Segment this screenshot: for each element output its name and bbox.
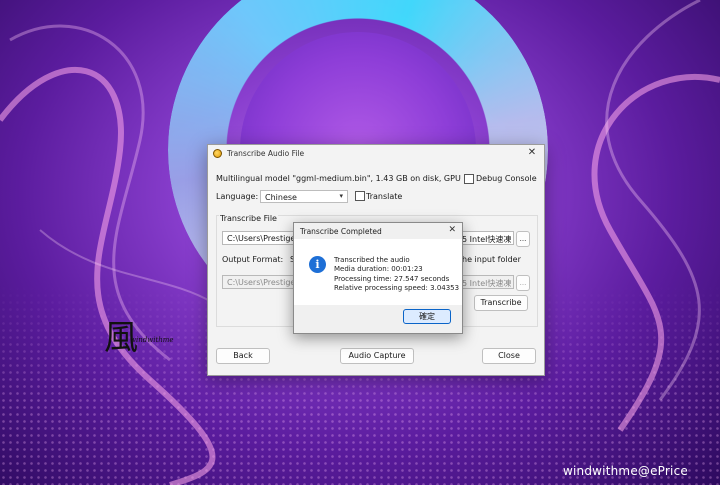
watermark-text: windwithme@ePrice <box>563 464 688 478</box>
place-in-input-folder-label[interactable]: he input folder <box>462 255 521 264</box>
dialog-title: Transcribe Completed <box>300 227 382 236</box>
transcribe-completed-dialog: Transcribe Completed ✕ i Transcribed the… <box>293 222 463 334</box>
app-icon <box>213 149 222 158</box>
output-format-label: Output Format: <box>222 255 284 264</box>
browse-output-button[interactable]: ... <box>516 275 530 291</box>
close-button[interactable]: Close <box>482 348 536 364</box>
message-line: Processing time: 27.547 seconds <box>334 274 450 283</box>
window-close-button[interactable]: ✕ <box>526 147 538 159</box>
message-line: Transcribed the audio <box>334 256 410 264</box>
debug-console-label: Debug Console <box>476 174 537 183</box>
window-title: Transcribe Audio File <box>227 149 305 158</box>
output-path-tail-text: 5 Intel快速凍 <box>462 279 512 288</box>
language-dropdown[interactable]: Chinese ▾ <box>260 190 348 203</box>
output-path-field: C:\Users\Prestige 16 <box>222 275 296 289</box>
input-file-path-field-tail[interactable]: 5 Intel快速凍 <box>462 231 514 245</box>
ok-button[interactable]: 確定 <box>403 309 451 324</box>
translate-checkbox[interactable] <box>355 191 365 201</box>
language-value: Chinese <box>265 193 297 202</box>
message-line: Relative processing speed: 3.04353 <box>334 283 460 292</box>
browse-input-button[interactable]: ... <box>516 231 530 247</box>
dialog-body: i Transcribed the audio Media duration: … <box>294 239 462 305</box>
output-path-text: C:\Users\Prestige 16 <box>227 278 296 287</box>
title-bar[interactable]: Transcribe Audio File ✕ <box>208 145 544 163</box>
windwithme-logo: 風 windwithme <box>104 318 174 358</box>
dialog-close-button[interactable]: ✕ <box>448 225 456 235</box>
input-file-path-text: C:\Users\Prestige 16 <box>227 234 296 243</box>
info-icon: i <box>309 256 326 273</box>
dialog-message: Transcribed the audio Media duration: 00… <box>334 256 459 293</box>
debug-console-checkbox[interactable] <box>464 174 474 184</box>
translate-label: Translate <box>366 192 403 201</box>
model-info-label: Multilingual model "ggml-medium.bin", 1.… <box>216 174 461 183</box>
output-path-field-tail: 5 Intel快速凍 <box>462 275 514 289</box>
transcribe-file-group-label: Transcribe File <box>219 214 278 223</box>
input-file-path-field[interactable]: C:\Users\Prestige 16 <box>222 231 296 245</box>
audio-capture-button[interactable]: Audio Capture <box>340 348 414 364</box>
back-button[interactable]: Back <box>216 348 270 364</box>
transcribe-button[interactable]: Transcribe <box>474 295 528 311</box>
chevron-down-icon: ▾ <box>339 192 343 200</box>
message-line: Media duration: 00:01:23 <box>334 265 423 274</box>
language-label: Language: <box>216 192 259 201</box>
input-file-path-tail-text: 5 Intel快速凍 <box>462 235 512 244</box>
